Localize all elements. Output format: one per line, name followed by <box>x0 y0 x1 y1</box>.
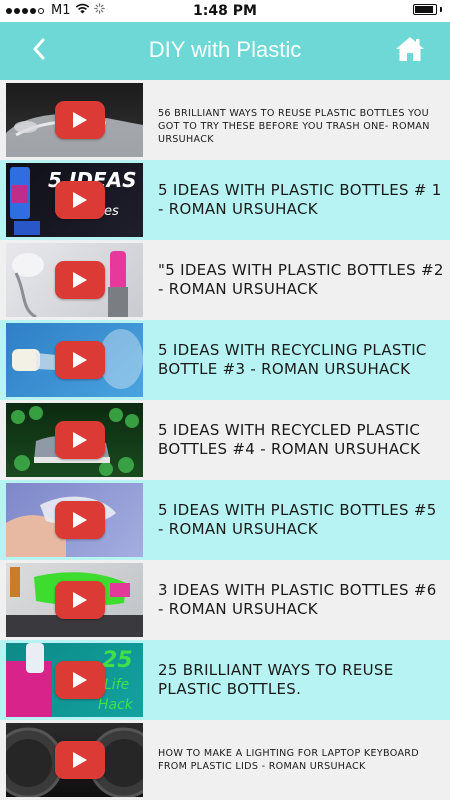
video-thumbnail: 25 Life Hack <box>6 643 143 717</box>
play-button[interactable] <box>55 741 105 779</box>
video-list: 56 BRILLIANT WAYS TO REUSE PLASTIC BOTTL… <box>0 80 450 800</box>
video-title: 25 BRILLIANT WAYS TO REUSE PLASTIC BOTTL… <box>158 661 394 698</box>
video-title: "5 IDEAS WITH PLASTIC BOTTLES #2 - ROMAN… <box>158 261 444 298</box>
svg-text:Life: Life <box>104 677 129 693</box>
battery-level <box>415 6 433 13</box>
video-thumbnail <box>6 563 143 637</box>
video-list-item[interactable]: 5 IDEAS WITH RECYCLED PLASTIC BOTTLES #4… <box>0 400 450 480</box>
video-list-item[interactable]: 5 IDEAS bottles 5 IDEAS WITH PLASTIC BOT… <box>0 160 450 240</box>
video-title: HOW TO MAKE A LIGHTING FOR LAPTOP KEYBOA… <box>158 748 419 772</box>
home-button[interactable] <box>392 33 428 69</box>
video-list-item[interactable]: 56 BRILLIANT WAYS TO REUSE PLASTIC BOTTL… <box>0 80 450 160</box>
video-thumbnail <box>6 483 143 557</box>
svg-text:Hack: Hack <box>98 697 134 713</box>
play-button[interactable] <box>55 661 105 699</box>
page-title: DIY with Plastic <box>148 37 302 62</box>
video-list-item[interactable]: "5 IDEAS WITH PLASTIC BOTTLES #2 - ROMAN… <box>0 240 450 320</box>
video-thumbnail <box>6 243 143 317</box>
play-button[interactable] <box>55 501 105 539</box>
video-title: 3 IDEAS WITH PLASTIC BOTTLES #6 - ROMAN … <box>158 581 437 618</box>
video-title: 5 IDEAS WITH RECYCLING PLASTIC BOTTLE #3… <box>158 341 427 378</box>
video-title: 5 IDEAS WITH PLASTIC BOTTLES #5 - ROMAN … <box>158 501 437 538</box>
app-header: DIY with Plastic <box>0 22 450 80</box>
battery-icon <box>413 4 442 15</box>
play-button[interactable] <box>55 181 105 219</box>
video-thumbnail <box>6 723 143 797</box>
play-button[interactable] <box>55 421 105 459</box>
video-thumbnail: 5 IDEAS bottles <box>6 163 143 237</box>
video-thumbnail <box>6 323 143 397</box>
video-list-item[interactable]: HOW TO MAKE A LIGHTING FOR LAPTOP KEYBOA… <box>0 720 450 800</box>
video-title: 5 IDEAS WITH RECYCLED PLASTIC BOTTLES #4… <box>158 421 421 458</box>
video-thumbnail <box>6 403 143 477</box>
status-time: 1:48 PM <box>193 3 257 19</box>
svg-text:25: 25 <box>102 648 133 673</box>
play-button[interactable] <box>55 101 105 139</box>
video-list-item[interactable]: 25 Life Hack 25 BRILLIANT WAYS TO REUSE … <box>0 640 450 720</box>
status-bar: M1 1:48 PM <box>0 0 450 22</box>
video-thumbnail <box>6 83 143 157</box>
home-icon <box>395 36 425 66</box>
video-list-item[interactable]: 5 IDEAS WITH RECYCLING PLASTIC BOTTLE #3… <box>0 320 450 400</box>
play-button[interactable] <box>55 341 105 379</box>
video-list-item[interactable]: 5 IDEAS WITH PLASTIC BOTTLES #5 - ROMAN … <box>0 480 450 560</box>
video-title: 5 IDEAS WITH PLASTIC BOTTLES # 1 - ROMAN… <box>158 181 442 218</box>
play-button[interactable] <box>55 261 105 299</box>
video-title: 56 BRILLIANT WAYS TO REUSE PLASTIC BOTTL… <box>158 108 430 145</box>
play-button[interactable] <box>55 581 105 619</box>
video-list-item[interactable]: 3 IDEAS WITH PLASTIC BOTTLES #6 - ROMAN … <box>0 560 450 640</box>
